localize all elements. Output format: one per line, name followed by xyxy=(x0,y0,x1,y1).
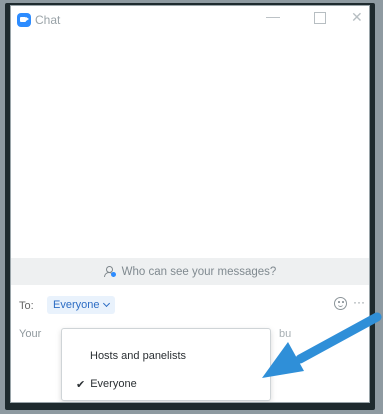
pointer-arrow xyxy=(262,312,382,378)
